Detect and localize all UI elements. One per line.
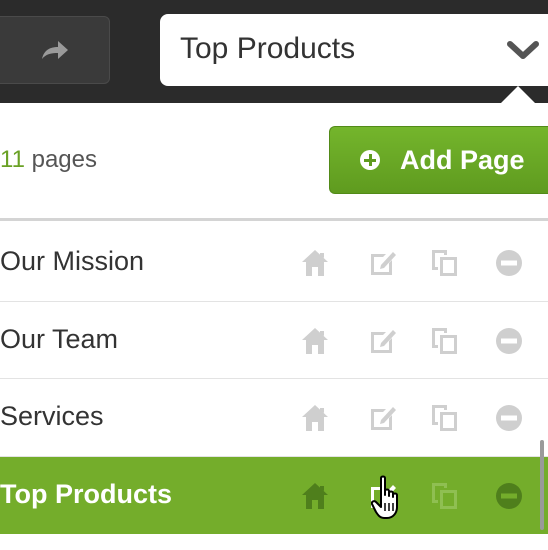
page-row-label: Services bbox=[0, 401, 104, 431]
hand-pointer-cursor-icon bbox=[371, 475, 398, 519]
home-icon[interactable] bbox=[300, 403, 330, 433]
delete-icon[interactable] bbox=[494, 326, 524, 356]
duplicate-icon[interactable] bbox=[430, 326, 460, 356]
plus-circle-icon bbox=[360, 150, 380, 170]
page-row-label: Top Products bbox=[0, 478, 172, 509]
chevron-down-icon bbox=[507, 41, 539, 59]
duplicate-icon[interactable] bbox=[430, 248, 460, 278]
edit-icon[interactable] bbox=[368, 326, 398, 356]
home-icon[interactable] bbox=[300, 326, 330, 356]
page-count-suffix: pages bbox=[24, 146, 97, 173]
page-row-our-mission[interactable]: Our Mission bbox=[0, 224, 548, 302]
duplicate-icon[interactable] bbox=[430, 481, 460, 511]
panel-divider bbox=[0, 218, 548, 221]
page-row-label: Our Mission bbox=[0, 246, 145, 276]
page-list: Our Mission Our Team Services Top Produc… bbox=[0, 224, 548, 534]
page-select-value: Top Products bbox=[180, 32, 356, 65]
add-page-label: Add Page bbox=[400, 144, 525, 175]
arrow-forward-icon bbox=[41, 41, 68, 59]
edit-icon[interactable] bbox=[368, 248, 398, 278]
page-row-label: Our Team bbox=[0, 323, 119, 354]
top-toolbar: Top Products bbox=[0, 0, 548, 103]
page-row-services[interactable]: Services bbox=[0, 379, 548, 457]
duplicate-icon[interactable] bbox=[430, 403, 460, 433]
page-select-dropdown[interactable]: Top Products bbox=[160, 14, 548, 86]
dropdown-pointer bbox=[500, 86, 536, 104]
edit-icon[interactable] bbox=[368, 403, 398, 433]
page-count: 11 pages bbox=[0, 146, 97, 174]
home-icon[interactable] bbox=[300, 481, 330, 511]
delete-icon[interactable] bbox=[494, 481, 524, 511]
page-row-our-team[interactable]: Our Team bbox=[0, 302, 548, 379]
forward-button[interactable] bbox=[0, 16, 110, 84]
panel-scrollbar[interactable] bbox=[540, 440, 544, 530]
add-page-button[interactable]: Add Page bbox=[329, 126, 548, 194]
delete-icon[interactable] bbox=[494, 403, 524, 433]
home-icon[interactable] bbox=[300, 248, 330, 278]
page-count-number: 11 bbox=[0, 146, 25, 173]
page-row-top-products[interactable]: Top Products bbox=[0, 456, 548, 534]
delete-icon[interactable] bbox=[494, 248, 524, 278]
